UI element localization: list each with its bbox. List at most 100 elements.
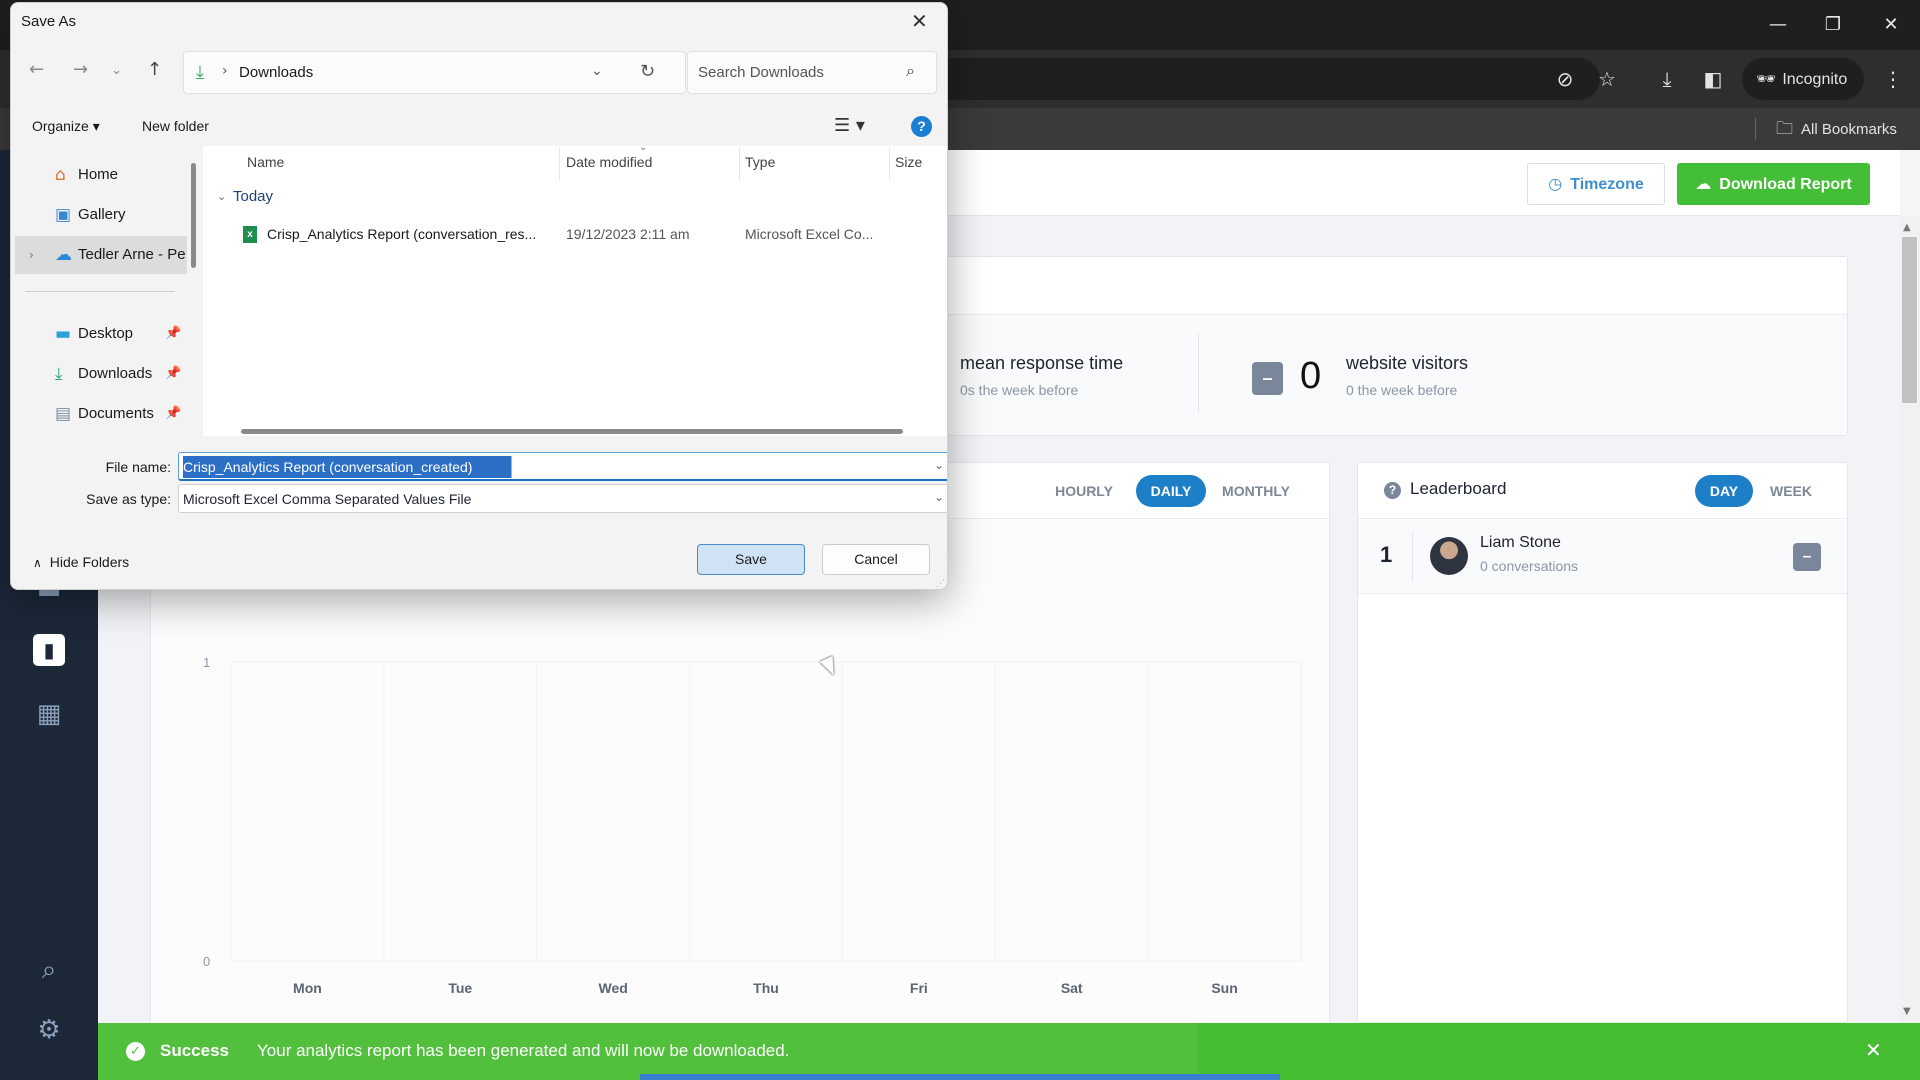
cancel-button[interactable]: Cancel [822, 544, 930, 575]
maximize-button[interactable]: ❐ [1813, 10, 1853, 40]
incognito-label: Incognito [1782, 71, 1848, 88]
close-window-button[interactable]: ✕ [1871, 10, 1911, 40]
expand-icon[interactable]: › [29, 236, 34, 274]
column-size[interactable]: Size [895, 154, 922, 170]
leaderboard-card: ? Leaderboard DAY WEEK 1 Liam Stone 0 co… [1357, 462, 1848, 1023]
all-bookmarks-button[interactable]: 🗀 All Bookmarks [1776, 108, 1897, 150]
pin-icon: 📌 [165, 406, 182, 421]
timezone-label: Timezone [1570, 176, 1644, 193]
side-panel-icon[interactable]: ◧ [1698, 64, 1728, 94]
leaderboard-divider [1412, 532, 1413, 582]
page-scrollbar-thumb[interactable] [1902, 237, 1917, 403]
conversations-chart: 0 1 Mon Tue Wed Thu Fri Sat Sun [203, 655, 1302, 996]
nav-item-downloads[interactable]: ⤓ Downloads 📌 [15, 355, 187, 393]
sort-chevron-icon: ⌄ [639, 142, 648, 153]
leaderboard-row[interactable]: 1 Liam Stone 0 conversations – [1358, 520, 1847, 594]
chevron-down-icon[interactable]: ⌄ [934, 490, 944, 504]
search-icon[interactable]: ⌕ [906, 61, 915, 81]
x-tick-label: Mon [293, 980, 322, 996]
granularity-daily[interactable]: DAILY [1136, 475, 1206, 507]
download-icon[interactable]: ⤓ [1652, 64, 1682, 94]
save-button[interactable]: Save [697, 544, 805, 575]
all-bookmarks-label: All Bookmarks [1801, 121, 1897, 138]
timezone-button[interactable]: ◷ Timezone [1527, 163, 1665, 205]
nav-divider [25, 291, 175, 292]
help-icon[interactable]: ? [911, 116, 932, 137]
chevron-up-icon: ∧ [33, 556, 42, 570]
cloud-download-icon: ☁ [1695, 174, 1712, 193]
downloads-icon: ⤓ [55, 364, 63, 384]
chevron-down-icon[interactable]: ⌄ [591, 63, 603, 79]
eye-off-icon[interactable]: ⊘ [1550, 64, 1580, 94]
search-box[interactable]: ⌕ [687, 51, 937, 94]
save-as-type-select[interactable]: Microsoft Excel Comma Separated Values F… [178, 484, 947, 513]
column-name[interactable]: Name [247, 154, 284, 170]
plugins-icon[interactable]: ▦ [29, 694, 69, 734]
chart-body: 0 Existing Conversations 0 New Conversat… [151, 520, 1329, 1023]
x-tick-label: Sun [1211, 980, 1237, 996]
browser-menu-icon[interactable]: ⋮ [1878, 64, 1908, 94]
column-divider[interactable] [559, 148, 560, 180]
resize-grip[interactable]: ⋰ [936, 579, 945, 589]
file-name: Crisp_Analytics Report (conversation_res… [267, 226, 537, 242]
file-name-label: File name: [105, 459, 171, 475]
address-path[interactable]: ⤓ › Downloads ⌄ ↻ [183, 51, 686, 94]
analytics-icon[interactable]: ▮ [33, 634, 65, 666]
bookmarks-divider [1755, 118, 1756, 140]
nav-item-home[interactable]: ⌂ Home [15, 156, 187, 194]
download-report-label: Download Report [1719, 176, 1852, 193]
toast-progress-bar [640, 1074, 1280, 1080]
chevron-down-icon[interactable]: ⌄ [934, 458, 944, 472]
folder-icon: 🗀 [1776, 119, 1793, 139]
group-header[interactable]: Today [233, 188, 273, 205]
period-day[interactable]: DAY [1695, 475, 1753, 507]
search-icon[interactable]: ⌕ [29, 950, 69, 990]
granularity-hourly[interactable]: HOURLY [1049, 475, 1119, 507]
chevron-right-icon: › [222, 63, 228, 79]
organize-button[interactable]: Organize ▾ [32, 118, 100, 135]
x-tick-label: Fri [910, 980, 928, 996]
refresh-icon[interactable]: ↻ [640, 61, 655, 82]
column-divider[interactable] [739, 148, 740, 180]
nav-item-gallery[interactable]: ▣ Gallery [15, 196, 187, 234]
granularity-monthly[interactable]: MONTHLY [1214, 475, 1298, 507]
column-type[interactable]: Type [745, 154, 775, 170]
search-input[interactable] [688, 52, 888, 93]
column-date-modified[interactable]: Date modified [566, 154, 652, 170]
back-icon[interactable]: ← [29, 59, 44, 80]
recent-locations-icon[interactable]: ⌄ [111, 63, 122, 78]
file-name-input[interactable] [183, 456, 913, 478]
nav-scrollbar[interactable] [191, 163, 196, 268]
star-icon[interactable]: ☆ [1592, 64, 1622, 94]
nav-item-onedrive[interactable]: › ☁ Tedler Arne - Pe [15, 236, 187, 274]
period-week[interactable]: WEEK [1761, 475, 1821, 507]
new-folder-button[interactable]: New folder [142, 118, 209, 134]
stat-sub: 0 the week before [1346, 382, 1458, 398]
scroll-down-icon[interactable]: ▼ [1903, 1006, 1911, 1017]
file-name-field[interactable]: ⌄ [178, 452, 947, 481]
close-icon[interactable]: ✕ [1865, 1038, 1882, 1062]
documents-icon: ▤ [55, 404, 72, 424]
file-list-hscroll[interactable] [241, 429, 903, 434]
minimize-button[interactable]: — [1758, 10, 1798, 40]
scroll-up-icon[interactable]: ▲ [1903, 222, 1911, 233]
collapse-group-icon[interactable]: ⌄ [217, 190, 226, 203]
view-options-icon[interactable]: ☰ ▾ [834, 115, 865, 136]
up-icon[interactable]: ↑ [147, 59, 162, 80]
operator-conversations: 0 conversations [1480, 558, 1579, 574]
current-folder[interactable]: Downloads [239, 64, 313, 81]
file-row[interactable]: x Crisp_Analytics Report (conversation_r… [203, 218, 947, 250]
help-icon[interactable]: ? [1384, 482, 1401, 499]
hide-folders-button[interactable]: ∧ Hide Folders [33, 554, 129, 570]
save-as-dialog: Save As ✕ ← → ⌄ ↑ ⤓ › Downloads ⌄ ↻ ⌕ Or… [10, 2, 948, 590]
leaderboard-header: ? Leaderboard DAY WEEK [1358, 463, 1847, 519]
settings-icon[interactable]: ⚙ [29, 1010, 69, 1050]
save-as-type-value: Microsoft Excel Comma Separated Values F… [183, 491, 472, 507]
incognito-badge[interactable]: 🕶 Incognito [1742, 58, 1864, 100]
dialog-close-button[interactable]: ✕ [911, 9, 928, 33]
nav-item-documents[interactable]: ▤ Documents 📌 [15, 395, 187, 433]
download-report-button[interactable]: ☁ Download Report [1677, 163, 1870, 205]
column-divider[interactable] [889, 148, 890, 180]
forward-icon[interactable]: → [73, 59, 88, 80]
nav-item-desktop[interactable]: ▬ Desktop 📌 [15, 315, 187, 353]
